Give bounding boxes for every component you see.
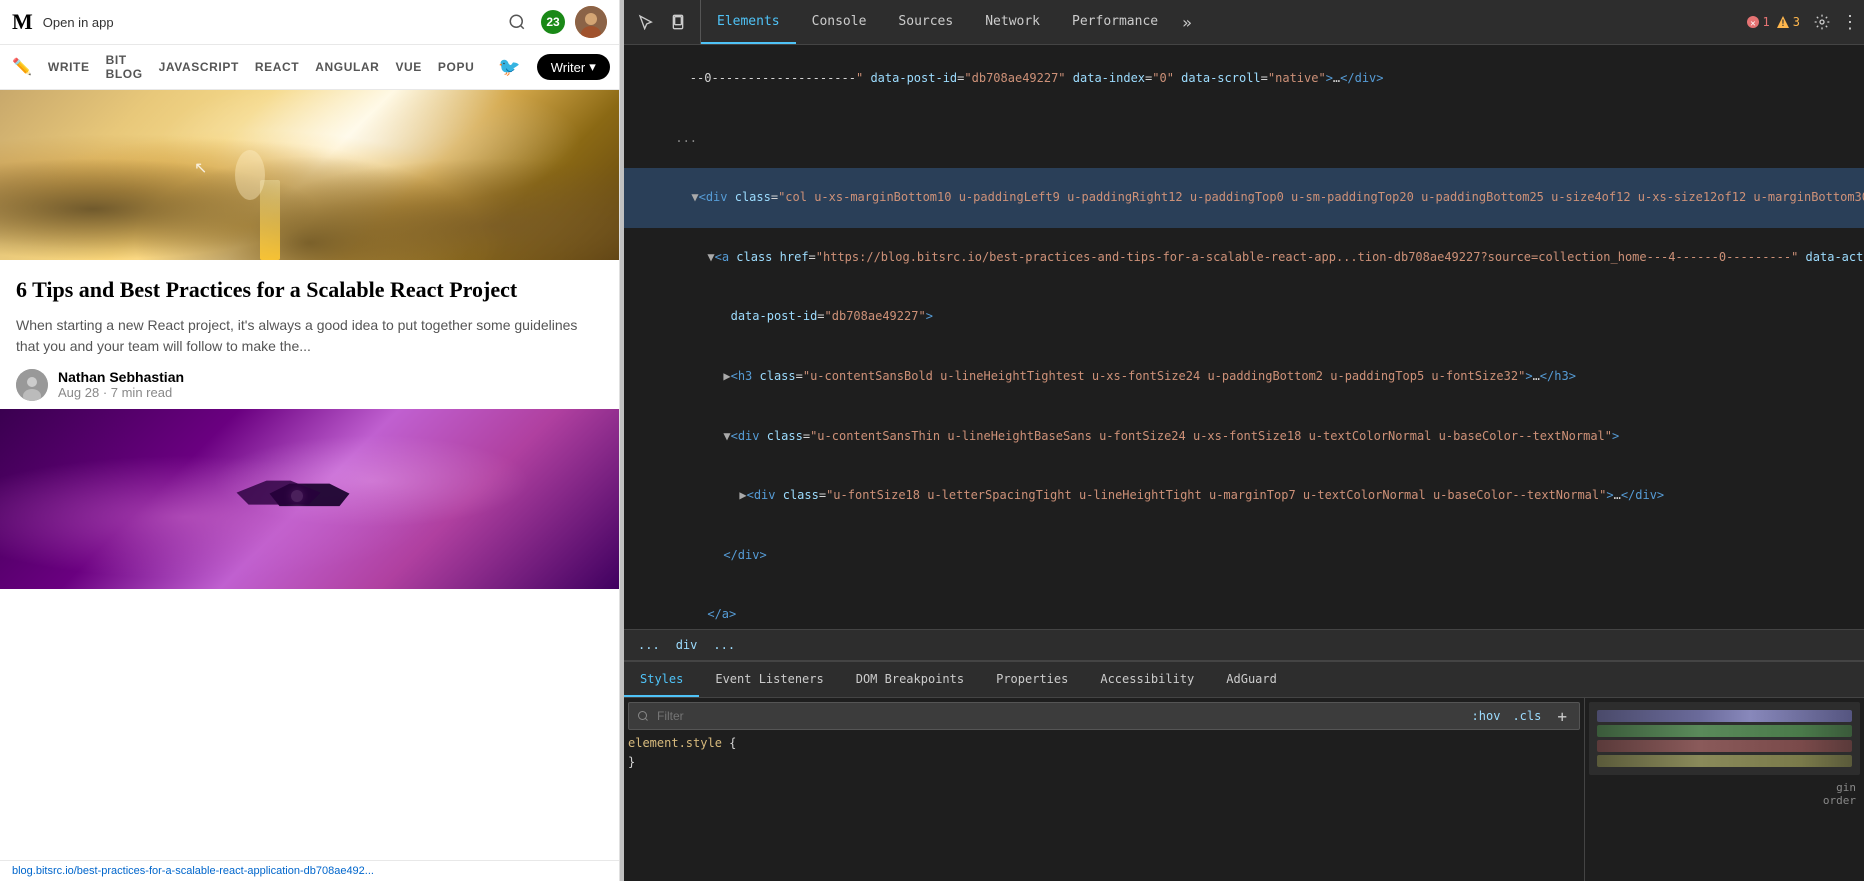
hero-image: ↖ xyxy=(0,90,619,260)
devtools-icons xyxy=(624,0,701,44)
nav-write[interactable]: WRITE xyxy=(48,60,90,74)
tab-adguard[interactable]: AdGuard xyxy=(1210,662,1293,697)
devtools-errors: ✕ 1 ! 3 xyxy=(1738,15,1808,29)
writer-button[interactable]: Writer ▾ xyxy=(537,54,610,80)
devtools-settings-button[interactable] xyxy=(1808,8,1836,36)
tab-styles[interactable]: Styles xyxy=(624,662,699,697)
search-button[interactable] xyxy=(503,8,531,36)
author-avatar xyxy=(16,369,48,401)
computed-panel-header xyxy=(1589,702,1860,775)
open-in-app-link[interactable]: Open in app xyxy=(43,15,114,30)
styles-panel: :hov .cls + element.style { } xyxy=(624,698,1864,881)
pen-icon: ✏️ xyxy=(12,57,32,77)
tree-line[interactable]: </a> xyxy=(624,585,1864,629)
styles-left: :hov .cls + element.style { } xyxy=(624,698,1584,881)
article-info: 6 Tips and Best Practices for a Scalable… xyxy=(0,260,619,409)
tab-event-listeners[interactable]: Event Listeners xyxy=(699,662,839,697)
nav-vue[interactable]: VUE xyxy=(395,60,421,74)
svg-text:!: ! xyxy=(1780,19,1785,29)
tree-line[interactable]: ▶<div class="u-fontSize18 u-letterSpacin… xyxy=(624,466,1864,526)
tree-line[interactable]: --0--------------------" data-post-id="d… xyxy=(624,49,1864,109)
nav-bitblog[interactable]: BIT BLOG xyxy=(106,53,143,81)
filter-actions: :hov .cls xyxy=(1468,708,1546,724)
hov-button[interactable]: :hov xyxy=(1468,708,1505,724)
tab-properties[interactable]: Properties xyxy=(980,662,1084,697)
tree-line-selected[interactable]: ▼<div class="col u-xs-marginBottom10 u-p… xyxy=(624,168,1864,228)
bottom-tabs: Styles Event Listeners DOM Breakpoints P… xyxy=(624,662,1864,698)
author-row: Nathan Sebhastian Aug 28 · 7 min read xyxy=(16,369,603,401)
warn-badge: ! 3 xyxy=(1776,15,1800,29)
avatar[interactable] xyxy=(575,6,607,38)
inspect-element-button[interactable] xyxy=(632,8,660,36)
cursor-indicator: ↖ xyxy=(194,158,206,176)
css-rule-element-style: element.style { } xyxy=(628,734,1580,772)
medium-logo[interactable]: M xyxy=(12,9,33,35)
tab-network[interactable]: Network xyxy=(969,0,1056,44)
tree-line[interactable]: ▶<h3 class="u-contentSansBold u-lineHeig… xyxy=(624,347,1864,407)
nav-javascript[interactable]: JAVASCRIPT xyxy=(159,60,239,74)
bottom-panel: Styles Event Listeners DOM Breakpoints P… xyxy=(624,661,1864,881)
error-badge: ✕ 1 xyxy=(1746,15,1770,29)
device-toolbar-button[interactable] xyxy=(664,8,692,36)
tree-line[interactable]: data-post-id="db708ae49227"> xyxy=(624,287,1864,347)
nav-react[interactable]: REACT xyxy=(255,60,299,74)
more-tabs-button[interactable]: » xyxy=(1174,13,1200,32)
right-panel-text: gin order xyxy=(1589,777,1860,811)
html-tree[interactable]: --0--------------------" data-post-id="d… xyxy=(624,45,1864,629)
add-style-button[interactable]: + xyxy=(1553,707,1571,726)
breadcrumb-div[interactable]: div xyxy=(670,636,704,654)
browser-topbar: M Open in app 23 xyxy=(0,0,619,45)
cls-button[interactable]: .cls xyxy=(1508,708,1545,724)
devtools-toolbar: Elements Console Sources Network Perform… xyxy=(624,0,1864,45)
author-name: Nathan Sebhastian xyxy=(58,369,184,385)
tab-accessibility[interactable]: Accessibility xyxy=(1084,662,1210,697)
tree-line[interactable]: ... xyxy=(624,109,1864,169)
filter-icon xyxy=(637,710,649,722)
tab-elements[interactable]: Elements xyxy=(701,0,796,44)
svg-text:✕: ✕ xyxy=(1750,19,1755,29)
filter-bar: :hov .cls + xyxy=(628,702,1580,730)
twitter-icon[interactable]: 🐦 xyxy=(498,57,520,78)
devtools-menu-button[interactable]: ⋮ xyxy=(1836,8,1864,36)
breadcrumb-dots-right[interactable]: ... xyxy=(707,636,741,654)
tree-line[interactable]: ▼<div class="u-contentSansThin u-lineHei… xyxy=(624,406,1864,466)
nav-popular[interactable]: POPU xyxy=(438,60,474,74)
second-article-image xyxy=(0,409,619,589)
nav-bar: ✏️ WRITE BIT BLOG JAVASCRIPT REACT ANGUL… xyxy=(0,45,619,90)
article-excerpt: When starting a new React project, it's … xyxy=(16,315,603,357)
author-meta: Aug 28 · 7 min read xyxy=(58,385,184,400)
url-bar: blog.bitsrc.io/best-practices-for-a-scal… xyxy=(0,860,619,881)
breadcrumb-bar: ... div ... xyxy=(624,629,1864,661)
tab-console[interactable]: Console xyxy=(796,0,883,44)
tab-performance[interactable]: Performance xyxy=(1056,0,1174,44)
notification-badge[interactable]: 23 xyxy=(541,10,565,34)
devtools-tabs: Elements Console Sources Network Perform… xyxy=(701,0,1200,44)
tree-line[interactable]: ▼<a class href="https://blog.bitsrc.io/b… xyxy=(624,228,1864,288)
nav-angular[interactable]: ANGULAR xyxy=(315,60,379,74)
article-title: 6 Tips and Best Practices for a Scalable… xyxy=(16,276,603,305)
breadcrumb-dots-left[interactable]: ... xyxy=(632,636,666,654)
tab-dom-breakpoints[interactable]: DOM Breakpoints xyxy=(840,662,980,697)
devtools-panel: Elements Console Sources Network Perform… xyxy=(624,0,1864,881)
tab-sources[interactable]: Sources xyxy=(882,0,969,44)
content-area: ↖ 6 Tips and Best Practices for a Scalab… xyxy=(0,90,619,860)
styles-computed-panel: gin order xyxy=(1584,698,1864,881)
tree-line[interactable]: </div> xyxy=(624,526,1864,586)
filter-input[interactable] xyxy=(657,709,1460,723)
